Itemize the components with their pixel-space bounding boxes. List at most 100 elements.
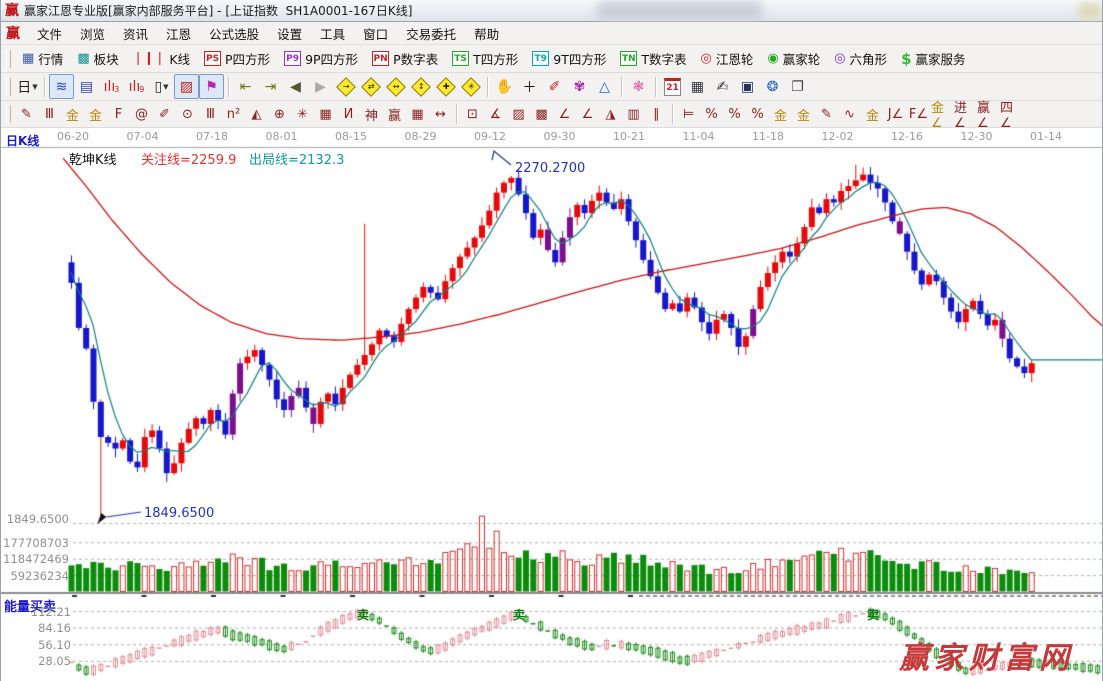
draw-tool-gold-line[interactable]: 金 [792,103,815,126]
menu-item-formula-picker[interactable]: 公式选股 [200,22,268,45]
toolbar-button-hexagon[interactable]: ◎六角形 [827,46,894,71]
draw-tool-mirror-triangle[interactable]: ◭ [245,103,268,126]
toolbar-button-9p-square[interactable]: P99P四方形 [277,46,365,71]
draw-tool-cycle-circle[interactable]: ⊙ [176,103,199,126]
date-axis-label: 06-20 [57,130,89,143]
draw-tool-parallel-lines[interactable]: ∥ [645,103,668,126]
draw-tool-gold-ring[interactable]: 金 [769,103,792,126]
toolbar-button-calendar-21[interactable]: 21 [660,74,685,99]
draw-tool-gold-mark[interactable]: 金 [861,103,884,126]
toolbar-button-winner-service[interactable]: $赢家服务 [894,46,972,71]
draw-tool-circle-cross[interactable]: ⊕ [268,103,291,126]
toolbar-button-period-selector[interactable]: 日▼ [15,74,40,99]
draw-tool-j-angle[interactable]: J∠ [884,103,907,126]
draw-tool-angle-b[interactable]: ∠ [576,103,599,126]
toolbar-button-kline-9[interactable]: ılı9 [124,74,149,99]
toolbar-button-nav-last[interactable]: ⇥ [258,74,283,99]
toolbar-button-gann-swap[interactable]: ⇄ [358,74,383,99]
draw-tool-ying-angle[interactable]: 赢∠ [976,103,999,126]
draw-tool-tri-shade[interactable]: ◮ [599,103,622,126]
toolbar-button-gann-expand-h[interactable]: ↔ [383,74,408,99]
toolbar-button-p-table[interactable]: PNP数字表 [365,46,445,71]
draw-tool-gold-grid-a[interactable]: 金 [61,103,84,126]
toolbar-button-gann-star[interactable]: ✳ [458,74,483,99]
toolbar-button-color-profile[interactable]: ⚑ [199,74,224,99]
title-bar[interactable]: 赢 赢家江恩专业版[赢家内部服务平台] - [上证指数 SH1A0001-167… [1,0,1102,22]
menu-item-settings[interactable]: 设置 [268,22,311,45]
chart-canvas[interactable] [1,128,1103,681]
draw-tool-gold-grid-b[interactable]: 金 [84,103,107,126]
toolbar-button-draw-pen[interactable]: ✐ [542,74,567,99]
toolbar-button-t-square[interactable]: TST四方形 [445,46,525,71]
draw-tool-n-squared[interactable]: n² [222,103,245,126]
draw-tool-angle-a[interactable]: ∠ [553,103,576,126]
draw-tool-width-arrow[interactable]: ↔ [429,103,452,126]
toolbar-button-kline[interactable]: ❘❙❘K线 [126,46,197,71]
toolbar-button-print[interactable]: ❐ [785,74,810,99]
draw-tool-wave-a[interactable]: ∿ [838,103,861,126]
toolbar-button-gann-expand-v[interactable]: ↕ [408,74,433,99]
toolbar-button-view-info[interactable]: ▤ [74,74,99,99]
menu-item-window[interactable]: 窗口 [354,22,397,45]
menu-item-tools[interactable]: 工具 [311,22,354,45]
toolbar-button-view-zigzag[interactable]: ≋ [49,74,74,99]
draw-tool-pen-tool[interactable]: ✎ [15,103,38,126]
toolbar-button-save[interactable]: ▣ [735,74,760,99]
menu-item-news[interactable]: 资讯 [114,22,157,45]
toolbar-button-gann-wheel[interactable]: ◎江恩轮 [693,46,760,71]
toolbar-button-hollow-candle[interactable]: ▯▼ [149,74,174,99]
draw-tool-f-tool[interactable]: F [107,103,130,126]
draw-tool-box-hatch[interactable]: ▨ [507,103,530,126]
draw-tool-percent-slash[interactable]: % [700,103,723,126]
draw-tool-wave-pair[interactable]: И [337,103,360,126]
toolbar-separator [621,77,622,97]
draw-tool-pen-tool-2[interactable]: ✐ [153,103,176,126]
draw-tool-stroke-counter[interactable]: Ⅲ [38,103,61,126]
toolbar-button-nav-first[interactable]: ⇤ [233,74,258,99]
draw-tool-scale-tool[interactable]: ⊨ [677,103,700,126]
draw-tool-box-dense[interactable]: ▩ [530,103,553,126]
draw-tool-spiral-tool[interactable]: @ [130,103,153,126]
menu-item-file[interactable]: 文件 [28,22,71,45]
toolbar-button-pattern-brain[interactable]: ❃ [626,74,651,99]
draw-tool-ying-tool[interactable]: 赢 [383,103,406,126]
draw-tool-gold-angle[interactable]: 金∠ [930,103,953,126]
draw-tool-grid-box[interactable]: ▦ [314,103,337,126]
menu-item-browse[interactable]: 浏览 [71,22,114,45]
toolbar-button-pan-hand[interactable]: ✋ [492,74,517,99]
toolbar-button-9t-square[interactable]: T99T四方形 [525,46,613,71]
draw-tool-percent[interactable]: % [723,103,746,126]
toolbar-button-calculator[interactable]: ▦ [685,74,710,99]
toolbar-button-gann-move-right[interactable]: → [333,74,358,99]
menu-item-help[interactable]: 帮助 [465,22,508,45]
draw-tool-percent-line[interactable]: % [746,103,769,126]
toolbar-button-nav-prev[interactable]: ◀ [283,74,308,99]
toolbar-button-kline-3[interactable]: ılı3 [99,74,124,99]
menu-item-gann[interactable]: 江恩 [157,22,200,45]
toolbar-button-p-square[interactable]: PSP四方形 [197,46,277,71]
toolbar-button-winner-wheel[interactable]: ◉赢家轮 [760,46,827,71]
menu-item-trade-entrust[interactable]: 交易委托 [397,22,465,45]
draw-tool-stroke-counter-2[interactable]: Ⅲ [199,103,222,126]
toolbar-button-pattern-view[interactable]: ▨ [174,74,199,99]
toolbar-button-chart-globe[interactable]: ❂ [760,74,785,99]
draw-tool-box-light[interactable]: ▥ [622,103,645,126]
draw-tool-jin-angle[interactable]: 进∠ [953,103,976,126]
draw-tool-f-angle[interactable]: F∠ [907,103,930,126]
toolbar-button-measure[interactable]: △ [592,74,617,99]
draw-tool-grid-numbers[interactable]: ▦ [406,103,429,126]
draw-tool-si-angle[interactable]: 四∠ [999,103,1022,126]
toolbar-button-nav-next[interactable]: ▶ [308,74,333,99]
toolbar-button-notes[interactable]: ✍ [710,74,735,99]
draw-tool-pen-candle[interactable]: ✎ [815,103,838,126]
draw-tool-star-web[interactable]: ✳ [291,103,314,126]
toolbar-button-crosshair[interactable]: ＋ [517,74,542,99]
toolbar-button-t-table[interactable]: TNT数字表 [613,46,693,71]
toolbar-button-gann-cross[interactable]: ✚ [433,74,458,99]
draw-tool-angle-fan[interactable]: ∡ [484,103,507,126]
draw-tool-shen-tool[interactable]: 神 [360,103,383,126]
toolbar-button-draw-ribbon[interactable]: ✾ [567,74,592,99]
draw-tool-box-corner[interactable]: ⊡ [461,103,484,126]
toolbar-button-sectors[interactable]: ▩板块 [70,46,125,71]
toolbar-button-quotes[interactable]: ▦行情 [15,46,70,71]
